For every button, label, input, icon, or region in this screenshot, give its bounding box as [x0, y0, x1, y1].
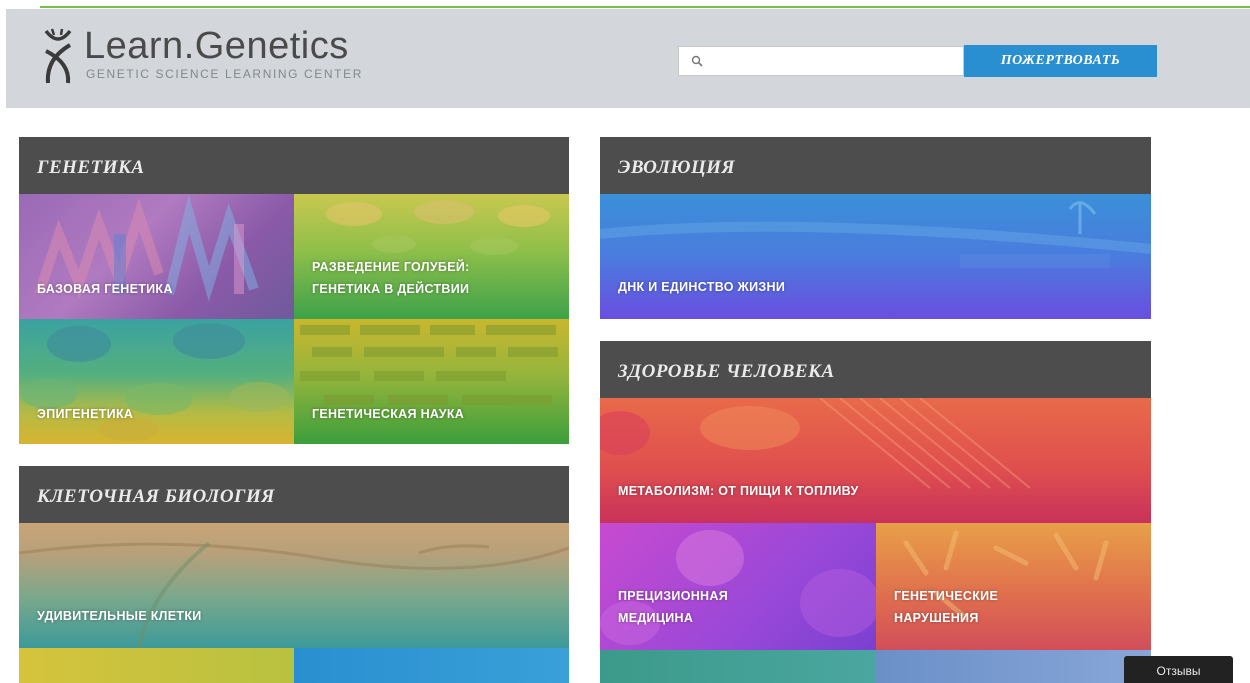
- panel-cell-biology-header[interactable]: КЛЕТОЧНАЯ БИОЛОГИЯ: [19, 466, 569, 523]
- logo-subtitle: GENETIC SCIENCE LEARNING CENTER: [86, 67, 363, 81]
- panel-cell-biology: КЛЕТОЧНАЯ БИОЛОГИЯ УДИВИТЕЛЬНЫЕ КЛЕТКИ: [19, 466, 569, 683]
- site-header: Learn.Genetics GENETIC SCIENCE LEARNING …: [6, 9, 1250, 108]
- tile-health-bottom-right[interactable]: [876, 650, 1151, 683]
- cells-art: [19, 541, 569, 648]
- panel-genetics: ГЕНЕТИКА БАЗОВАЯ ГЕНЕТИКА РАЗВЕДЕНИЕ ГОЛ…: [19, 137, 569, 444]
- tile-label: УДИВИТЕЛЬНЫЕ КЛЕТКИ: [37, 609, 202, 623]
- panel-evolution-title: ЭВОЛЮЦИЯ: [618, 157, 736, 178]
- tile-cell-bottom-right[interactable]: [294, 648, 569, 683]
- donate-button[interactable]: ПОЖЕРТВОВАТЬ: [964, 45, 1157, 77]
- tile-pigeon-breeding[interactable]: РАЗВЕДЕНИЕ ГОЛУБЕЙ: ГЕНЕТИКА В ДЕЙСТВИИ: [294, 194, 569, 319]
- tile-cell-bottom-left[interactable]: [19, 648, 294, 683]
- gel-art: [300, 325, 558, 405]
- panel-genetics-title: ГЕНЕТИКА: [37, 157, 145, 178]
- tile-label: ГЕНЕТИЧЕСКИЕ НАРУШЕНИЯ: [894, 589, 999, 625]
- tile-amazing-cells[interactable]: УДИВИТЕЛЬНЫЕ КЛЕТКИ: [19, 523, 569, 648]
- tile-epigenetics[interactable]: ЭПИГЕНЕТИКА: [19, 319, 294, 444]
- tile-dna-unity-of-life[interactable]: ДНК И ЕДИНСТВО ЖИЗНИ: [600, 194, 1151, 319]
- tile-label: ПРЕЦИЗИОННАЯ МЕДИЦИНА: [618, 589, 728, 625]
- tile-basic-genetics[interactable]: БАЗОВАЯ ГЕНЕТИКА: [19, 194, 294, 319]
- dna-logo-icon[interactable]: [42, 27, 74, 87]
- search-icon: [691, 55, 703, 67]
- tile-label: ЭПИГЕНЕТИКА: [37, 407, 134, 421]
- dna-helix-art: [34, 194, 259, 302]
- evolution-art: [600, 201, 1151, 268]
- panel-evolution: ЭВОЛЮЦИЯ ДНК И ЕДИНСТВО ЖИЗНИ: [600, 137, 1151, 319]
- search-box[interactable]: [678, 46, 964, 76]
- tile-label: РАЗВЕДЕНИЕ ГОЛУБЕЙ: ГЕНЕТИКА В ДЕЙСТВИИ: [312, 260, 470, 296]
- tile-metabolism[interactable]: МЕТАБОЛИЗМ: ОТ ПИЩИ К ТОПЛИВУ: [600, 398, 1151, 523]
- logo-title[interactable]: Learn.Genetics: [84, 25, 349, 68]
- panel-cell-biology-title: КЛЕТОЧНАЯ БИОЛОГИЯ: [37, 486, 275, 507]
- metabolism-art: [600, 398, 1031, 489]
- panel-human-health: ЗДОРОВЬЕ ЧЕЛОВЕКА МЕТАБОЛИЗМ: ОТ ПИЩИ К …: [600, 341, 1151, 683]
- feedback-button[interactable]: Отзывы: [1124, 656, 1233, 683]
- panel-human-health-title: ЗДОРОВЬЕ ЧЕЛОВЕКА: [618, 361, 835, 382]
- tile-precision-medicine[interactable]: ПРЕЦИЗИОННАЯ МЕДИЦИНА: [600, 523, 876, 650]
- tile-label: ДНК И ЕДИНСТВО ЖИЗНИ: [618, 280, 786, 294]
- panel-evolution-header[interactable]: ЭВОЛЮЦИЯ: [600, 137, 1151, 194]
- top-rule: [0, 0, 1250, 8]
- tile-genetic-disorders[interactable]: ГЕНЕТИЧЕСКИЕ НАРУШЕНИЯ: [876, 523, 1151, 650]
- tile-genetic-science[interactable]: ГЕНЕТИЧЕСКАЯ НАУКА: [294, 319, 569, 444]
- tile-label: ГЕНЕТИЧЕСКАЯ НАУКА: [312, 407, 465, 421]
- panel-genetics-header[interactable]: ГЕНЕТИКА: [19, 137, 569, 194]
- chromatin-art: [21, 323, 289, 441]
- tile-label: БАЗОВАЯ ГЕНЕТИКА: [37, 282, 173, 296]
- panel-human-health-header[interactable]: ЗДОРОВЬЕ ЧЕЛОВЕКА: [600, 341, 1151, 398]
- tile-health-bottom-left[interactable]: [600, 650, 876, 683]
- tile-label: МЕТАБОЛИЗМ: ОТ ПИЩИ К ТОПЛИВУ: [618, 484, 859, 498]
- search-input[interactable]: [709, 49, 959, 73]
